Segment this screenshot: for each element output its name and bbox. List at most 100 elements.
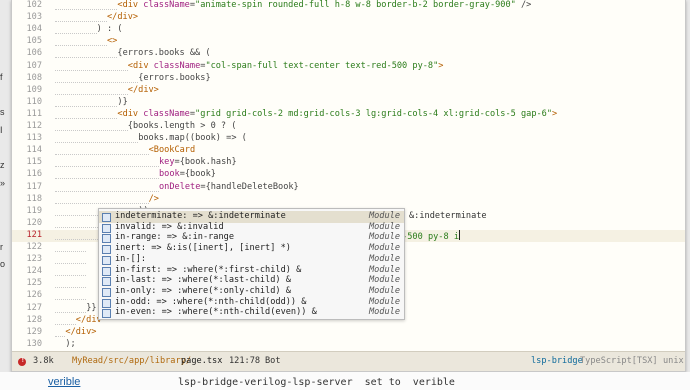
code-text: onDelete={handleDeleteBook}	[55, 182, 299, 192]
code-line[interactable]: 107 <div className="col-span-full text-ce…	[12, 61, 685, 73]
line-number: 119	[26, 205, 42, 216]
code-token: ={book}	[179, 169, 216, 180]
code-line[interactable]: 114 <BookCard	[12, 145, 685, 157]
indent-guide	[55, 12, 107, 23]
line-number: 122	[26, 242, 42, 252]
module-icon	[102, 298, 111, 308]
indent-guide	[55, 24, 97, 35]
line-number: 110	[26, 96, 42, 107]
completion-kind: Module	[368, 232, 400, 243]
code-text	[55, 266, 87, 277]
indent-guide	[55, 121, 128, 131]
file-path: MyRead/src/app/library/	[72, 356, 191, 366]
code-text: {errors.books && (	[55, 48, 211, 59]
indent-guide	[55, 315, 76, 325]
code-token: {errors.books}	[138, 72, 211, 83]
code-text	[55, 290, 87, 301]
line-number: 107	[26, 60, 42, 71]
line-ending: unix	[663, 356, 684, 366]
code-line[interactable]: 130 );	[12, 339, 685, 351]
indent-guide	[55, 109, 118, 119]
line-number: 117	[26, 181, 42, 192]
completion-label: indeterminate: => &:indeterminate	[115, 211, 286, 221]
code-line[interactable]: 106 {errors.books && (	[12, 48, 685, 60]
verible-link[interactable]: verible	[48, 376, 80, 388]
code-token: </div>	[127, 84, 159, 95]
code-line[interactable]: 116 book={book}	[12, 169, 685, 181]
line-number: 102	[26, 0, 42, 10]
code-line[interactable]: 117 onDelete={handleDeleteBook}	[12, 182, 685, 194]
indent-guide	[55, 266, 87, 277]
code-line[interactable]: 109 </div>	[12, 85, 685, 97]
code-line[interactable]: 115 key={book.hash}	[12, 157, 685, 169]
code-line[interactable]: 129 </div>	[12, 327, 685, 339]
code-text: {errors.books}	[55, 73, 211, 83]
code-line[interactable]: 111 <div className="grid grid-cols-2 md:g…	[12, 109, 685, 121]
completion-kind: Module	[368, 264, 400, 275]
lsp-indicator[interactable]: lsp-bridge	[531, 356, 583, 366]
indent-guide	[55, 36, 107, 47]
completion-preview: &:indeterminate	[409, 211, 487, 221]
indent-guide	[55, 169, 159, 180]
line-number: 109	[26, 84, 42, 95]
code-text	[55, 242, 87, 252]
code-token: {errors.books && (	[117, 48, 211, 59]
code-text: books.map((book) => (	[55, 133, 247, 144]
code-line[interactable]: 104) : (	[12, 24, 685, 36]
completion-label: invalid: => &:invalid	[115, 221, 224, 232]
line-number: 116	[26, 169, 42, 180]
code-text: )}	[55, 97, 128, 107]
line-number: 118	[26, 193, 42, 204]
code-text: }}	[55, 303, 97, 313]
code-token: </div>	[107, 12, 139, 23]
indent-guide	[55, 194, 149, 204]
line-number: 113	[26, 133, 42, 144]
line-number: 129	[26, 326, 42, 337]
code-token: </div>	[65, 326, 97, 337]
code-token: {books.length > 0 ? (	[127, 121, 237, 131]
code-line[interactable]: 110)}	[12, 97, 685, 109]
code-token: >	[438, 60, 444, 71]
code-text: <>	[55, 36, 117, 47]
background-text: lsp-bridge-verilog-lsp-server set to ver…	[178, 377, 455, 388]
indent-guide	[55, 303, 87, 313]
code-line[interactable]: 102 <div className="animate-spin rounded-…	[12, 0, 685, 12]
module-icon	[102, 213, 111, 222]
code-line[interactable]: 103 </div>	[12, 12, 685, 24]
code-token: className	[143, 0, 190, 10]
code-token: className	[153, 60, 201, 71]
code-token: <div	[117, 108, 144, 119]
code-token: ={handleDeleteBook}	[200, 181, 299, 192]
code-token: />	[515, 0, 532, 10]
line-number: 123	[26, 254, 42, 265]
code-text: );	[55, 339, 75, 349]
code-line[interactable]: 105 <>	[12, 36, 685, 48]
line-number: 130	[26, 338, 42, 349]
major-mode[interactable]: TypeScript[TSX]	[580, 356, 658, 366]
line-number: 108	[26, 72, 42, 83]
code-line[interactable]: 108 {errors.books}	[12, 73, 685, 85]
completion-popup[interactable]: indeterminate: => &:indeterminate Module i…	[98, 208, 405, 320]
module-icon	[102, 245, 111, 255]
code-text: />	[55, 194, 159, 204]
line-number: 106	[26, 48, 42, 59]
code-token: }}	[86, 302, 97, 313]
code-line[interactable]: 113 books.map((book) => (	[12, 133, 685, 145]
error-indicator[interactable]: !	[18, 357, 26, 366]
indent-guide	[55, 61, 128, 71]
completion-label: inert: => &:is([inert], [inert] *)	[115, 243, 291, 254]
code-token: <BookCard	[148, 145, 196, 156]
indent-guide	[55, 97, 118, 107]
code-token: ) : (	[96, 24, 123, 35]
line-number: 103	[26, 12, 42, 23]
code-line[interactable]: 112 {books.length > 0 ? (	[12, 121, 685, 133]
completion-kind: Module	[368, 275, 400, 286]
cursor-position: 121:78	[229, 356, 261, 366]
completion-kind: Module	[368, 253, 400, 264]
code-line[interactable]: 118 />	[12, 194, 685, 206]
completion-item[interactable]: in-even: => :where(*:nth-child(even)) & M…	[99, 307, 404, 319]
module-icon	[102, 266, 111, 276]
code-text: </div>	[55, 85, 159, 95]
code-token: book	[159, 169, 180, 180]
emacs-window[interactable]: 102 <div className="animate-spin rounded-…	[11, 0, 686, 372]
